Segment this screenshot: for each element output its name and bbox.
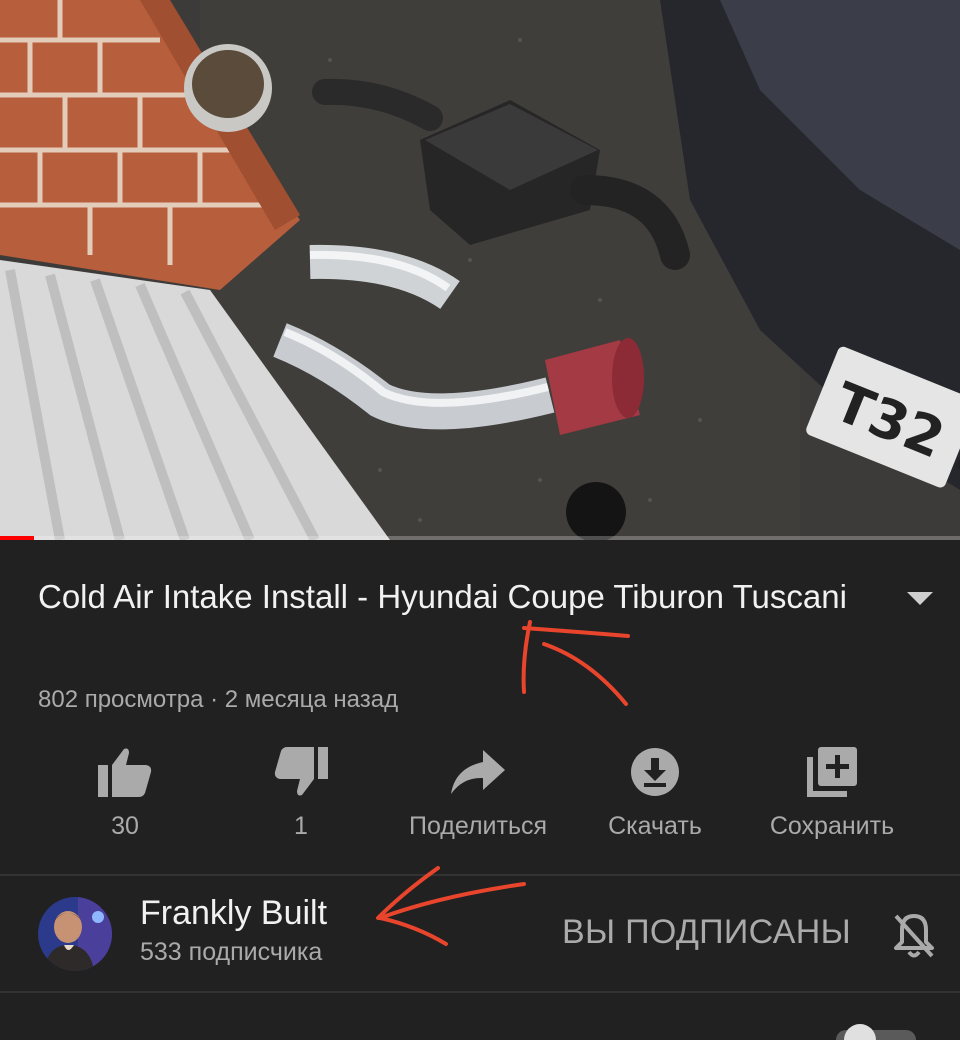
avatar-image	[38, 897, 112, 971]
video-meta: 802 просмотра · 2 месяца назад	[38, 686, 398, 714]
divider	[0, 991, 960, 993]
share-button[interactable]: Поделиться	[378, 742, 578, 852]
subscribed-button[interactable]: ВЫ ПОДПИСАНЫ	[562, 913, 851, 952]
action-bar: 30 1 Поделиться Скачать Сохранить	[0, 742, 960, 852]
notifications-button[interactable]	[888, 910, 940, 962]
share-icon	[448, 742, 508, 802]
dislike-button[interactable]: 1	[201, 742, 401, 852]
save-label: Сохранить	[769, 812, 895, 840]
like-button[interactable]: 30	[25, 742, 225, 852]
subscriber-count: 533 подписчика	[140, 938, 323, 966]
expand-description-button[interactable]	[900, 584, 940, 614]
divider	[0, 874, 960, 876]
avatar[interactable]	[38, 897, 112, 971]
progress-fill	[0, 536, 34, 540]
thumb-down-icon	[271, 742, 331, 802]
dislike-count: 1	[294, 812, 308, 840]
download-label: Скачать	[608, 812, 702, 840]
toggle-switch[interactable]	[836, 1024, 920, 1040]
download-button[interactable]: Скачать	[555, 742, 755, 852]
like-count: 30	[111, 812, 139, 840]
progress-bar[interactable]	[0, 536, 960, 540]
chevron-down-icon	[907, 592, 933, 605]
video-title[interactable]: Cold Air Intake Install - Hyundai Coupe …	[38, 572, 858, 621]
meta-separator: ·	[210, 686, 219, 713]
share-label: Поделиться	[408, 812, 548, 840]
publish-date: 2 месяца назад	[224, 686, 399, 713]
save-button[interactable]: Сохранить	[732, 742, 932, 852]
bell-off-icon	[894, 914, 934, 958]
channel-name[interactable]: Frankly Built	[140, 894, 327, 933]
download-icon	[625, 742, 685, 802]
view-count: 802 просмотра	[38, 686, 204, 713]
video-player[interactable]: T32 P	[0, 0, 960, 540]
video-frame: T32 P	[0, 0, 960, 540]
playlist-add-icon	[802, 742, 862, 802]
thumb-up-icon	[95, 742, 155, 802]
